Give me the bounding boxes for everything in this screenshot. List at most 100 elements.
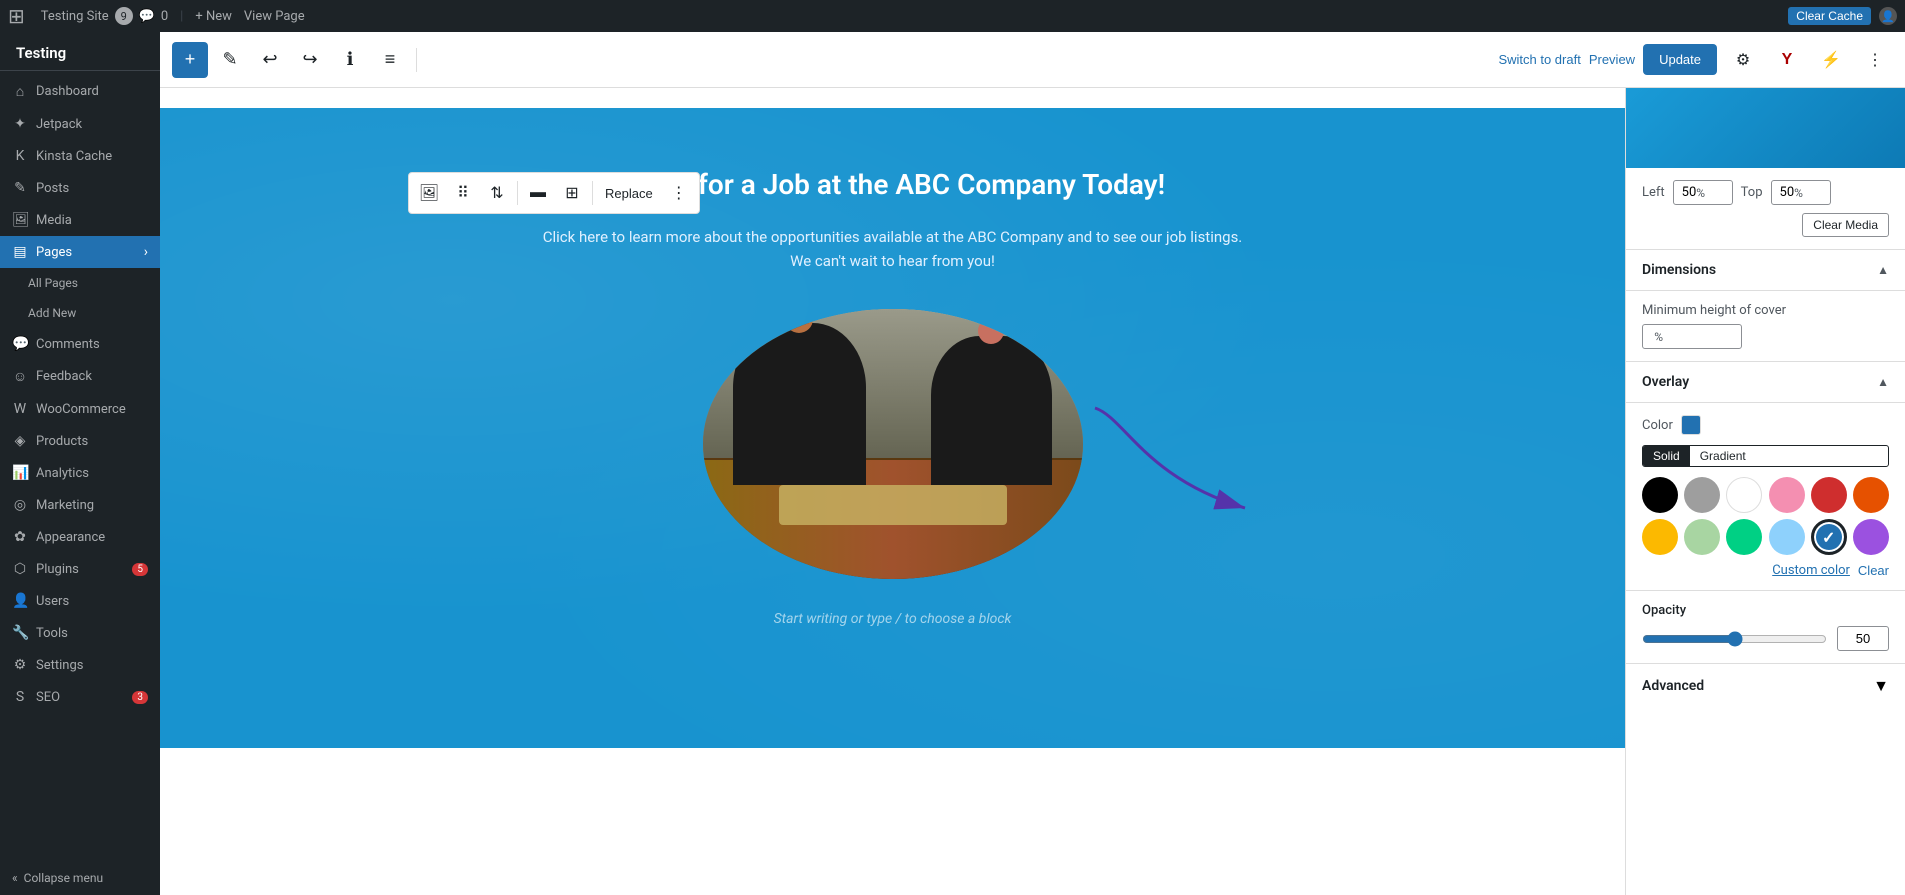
sidebar-item-tools[interactable]: 🔧 Tools bbox=[0, 617, 160, 649]
cover-placeholder[interactable]: Start writing or type / to choose a bloc… bbox=[774, 611, 1012, 627]
view-page-btn[interactable]: View Page bbox=[244, 9, 305, 24]
posts-icon: ✎ bbox=[12, 180, 28, 196]
sidebar-item-add-new[interactable]: Add New bbox=[0, 298, 160, 328]
opacity-input[interactable]: 50 bbox=[1837, 626, 1889, 651]
editor-settings-button[interactable]: ⚙ bbox=[1725, 42, 1761, 78]
overlay-color-swatch[interactable] bbox=[1681, 415, 1701, 435]
analytics-icon: 📊 bbox=[12, 465, 28, 481]
color-swatch-orange[interactable] bbox=[1853, 477, 1889, 513]
dimensions-section-header[interactable]: Dimensions ▲ bbox=[1626, 250, 1905, 291]
pages-arrow-icon: › bbox=[144, 244, 148, 260]
seo-icon: S bbox=[12, 689, 28, 705]
notification-count: 9 bbox=[115, 7, 133, 25]
comments-icon: 💬 bbox=[12, 336, 28, 352]
sidebar-item-jetpack[interactable]: ✦ Jetpack bbox=[0, 108, 160, 140]
chef-right-head bbox=[978, 318, 1004, 344]
clear-color-button[interactable]: Clear bbox=[1858, 563, 1889, 578]
sidebar-item-woocommerce[interactable]: W WooCommerce bbox=[0, 393, 160, 425]
color-swatch-pink[interactable] bbox=[1769, 477, 1805, 513]
block-fullwide-btn[interactable]: ⊞ bbox=[556, 177, 588, 209]
sidebar-item-comments[interactable]: 💬 Comments bbox=[0, 328, 160, 360]
sidebar-item-kinsta[interactable]: K Kinsta Cache bbox=[0, 140, 160, 172]
block-updown-btn[interactable]: ⇅ bbox=[481, 177, 513, 209]
redo-button[interactable]: ↪ bbox=[292, 42, 328, 78]
color-swatch-black[interactable] bbox=[1642, 477, 1678, 513]
clear-media-button[interactable]: Clear Media bbox=[1802, 213, 1889, 237]
user-avatar: 👤 bbox=[1879, 7, 1897, 25]
collapse-menu-btn[interactable]: « Collapse menu bbox=[0, 861, 160, 895]
color-swatch-blue[interactable]: ✓ bbox=[1811, 519, 1847, 555]
top-label: Top bbox=[1741, 185, 1763, 200]
more-options-button[interactable]: ⋮ bbox=[1857, 42, 1893, 78]
sidebar-item-settings[interactable]: ⚙ Settings bbox=[0, 649, 160, 681]
block-toolbar: 🖼 ⠿ ⇅ ▬ ⊞ Replace ⋮ bbox=[408, 172, 700, 214]
overlay-section-header[interactable]: Overlay ▲ bbox=[1626, 362, 1905, 403]
pointer-arrow bbox=[1085, 398, 1265, 528]
color-swatch-purple[interactable] bbox=[1853, 519, 1889, 555]
add-block-button[interactable]: + bbox=[172, 42, 208, 78]
list-view-button[interactable]: ≡ bbox=[372, 42, 408, 78]
color-swatch-light-green[interactable] bbox=[1684, 519, 1720, 555]
clear-cache-button[interactable]: Clear Cache bbox=[1788, 7, 1871, 25]
advanced-section[interactable]: Advanced ▼ bbox=[1626, 664, 1905, 708]
bolt-button[interactable]: ⚡ bbox=[1813, 42, 1849, 78]
left-value-input[interactable]: 50 % bbox=[1673, 180, 1733, 205]
gradient-button[interactable]: Gradient bbox=[1690, 446, 1756, 466]
tools-icon: 🔧 bbox=[12, 625, 28, 641]
color-swatch-red[interactable] bbox=[1811, 477, 1847, 513]
sidebar-item-marketing[interactable]: ◎ Marketing bbox=[0, 489, 160, 521]
block-info-button[interactable]: ℹ bbox=[332, 42, 368, 78]
plugins-badge: 5 bbox=[132, 563, 148, 576]
block-replace-button[interactable]: Replace bbox=[597, 182, 661, 205]
min-height-input[interactable]: % bbox=[1642, 324, 1742, 349]
new-content-btn[interactable]: + New bbox=[195, 9, 232, 24]
editor-toolbar: + ✎ ↩ ↪ ℹ ≡ Switch to draft Preview Upda… bbox=[160, 32, 1905, 88]
color-swatch-green[interactable] bbox=[1726, 519, 1762, 555]
site-name-text: Testing Site bbox=[41, 9, 109, 24]
sidebar-label-media: Media bbox=[36, 213, 72, 228]
update-button[interactable]: Update bbox=[1643, 44, 1717, 75]
cover-block[interactable]: Apply for a Job at the ABC Company Today… bbox=[160, 108, 1625, 748]
sidebar-item-feedback[interactable]: ☺ Feedback bbox=[0, 360, 160, 393]
color-swatch-light-blue[interactable] bbox=[1769, 519, 1805, 555]
site-name-link[interactable]: Testing Site 9 💬 0 bbox=[41, 7, 168, 25]
solid-button[interactable]: Solid bbox=[1643, 446, 1690, 466]
block-align-btn[interactable]: ▬ bbox=[522, 177, 554, 209]
block-grid-btn[interactable]: ⠿ bbox=[447, 177, 479, 209]
sidebar-item-seo[interactable]: S SEO 3 bbox=[0, 681, 160, 713]
sidebar-item-products[interactable]: ◈ Products bbox=[0, 425, 160, 457]
pages-icon: ▤ bbox=[12, 244, 28, 260]
sidebar-label-analytics: Analytics bbox=[36, 466, 89, 481]
block-more-btn[interactable]: ⋮ bbox=[663, 177, 695, 209]
sidebar-item-appearance[interactable]: ✿ Appearance bbox=[0, 521, 160, 553]
color-swatch-white[interactable] bbox=[1726, 477, 1762, 513]
cover-preview-strip bbox=[1626, 88, 1905, 168]
color-swatch-yellow[interactable] bbox=[1642, 519, 1678, 555]
hair-bun bbox=[984, 310, 998, 324]
opacity-slider[interactable] bbox=[1642, 631, 1827, 647]
switch-draft-button[interactable]: Switch to draft bbox=[1498, 52, 1580, 67]
overlay-title: Overlay bbox=[1642, 374, 1689, 390]
opacity-label: Opacity bbox=[1642, 603, 1889, 618]
sidebar-item-all-pages[interactable]: All Pages bbox=[0, 268, 160, 298]
sidebar-item-analytics[interactable]: 📊 Analytics bbox=[0, 457, 160, 489]
preview-button[interactable]: Preview bbox=[1589, 52, 1635, 67]
cover-title: Apply for a Job at the ABC Company Today… bbox=[620, 168, 1165, 201]
sidebar-item-media[interactable]: 🖼 Media bbox=[0, 204, 160, 236]
toolbar-separator bbox=[416, 48, 417, 72]
sidebar-item-plugins[interactable]: ⬡ Plugins 5 bbox=[0, 553, 160, 585]
sidebar-item-dashboard[interactable]: ⌂ Dashboard bbox=[0, 75, 160, 108]
custom-color-link[interactable]: Custom color bbox=[1772, 563, 1850, 578]
edit-mode-button[interactable]: ✎ bbox=[212, 42, 248, 78]
yoast-button[interactable]: Y bbox=[1769, 42, 1805, 78]
sidebar-item-users[interactable]: 👤 Users bbox=[0, 585, 160, 617]
sidebar-item-posts[interactable]: ✎ Posts bbox=[0, 172, 160, 204]
block-image-icon-btn[interactable]: 🖼 bbox=[413, 177, 445, 209]
sidebar-label-seo: SEO bbox=[36, 690, 60, 705]
sidebar-label-appearance: Appearance bbox=[36, 530, 105, 545]
top-value-input[interactable]: 50 % bbox=[1771, 180, 1831, 205]
undo-button[interactable]: ↩ bbox=[252, 42, 288, 78]
dimensions-title: Dimensions bbox=[1642, 262, 1716, 278]
color-swatch-gray[interactable] bbox=[1684, 477, 1720, 513]
sidebar-item-pages[interactable]: ▤ Pages › bbox=[0, 236, 160, 268]
